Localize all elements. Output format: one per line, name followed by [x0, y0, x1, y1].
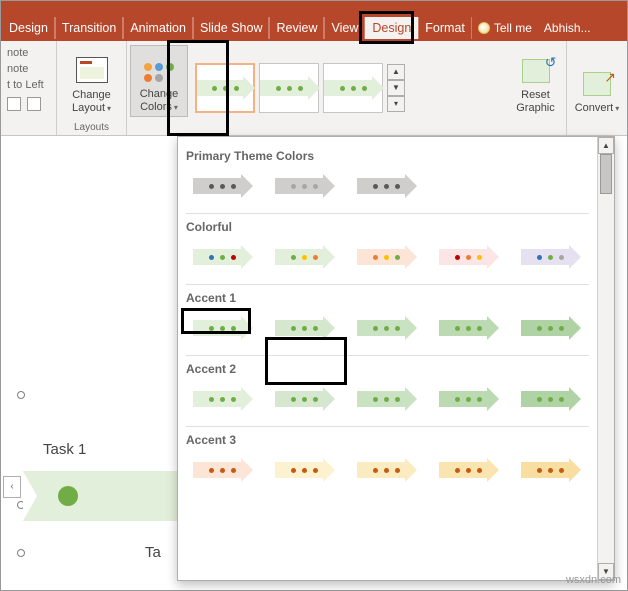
task1-label[interactable]: Task 1 — [43, 441, 86, 458]
tell-me-label: Tell me — [494, 21, 532, 35]
color-colorful-4[interactable] — [432, 244, 504, 270]
color-accent2-4[interactable] — [432, 386, 504, 412]
tab-review[interactable]: Review — [269, 17, 324, 39]
color-accent2-3[interactable] — [350, 386, 422, 412]
colors-group: Change Colors — [127, 41, 191, 135]
section-colorful: Colorful — [186, 220, 589, 234]
color-primary-3[interactable] — [350, 173, 422, 199]
tab-format[interactable]: Format — [418, 17, 472, 39]
notes-line2: note — [7, 63, 28, 75]
color-accent3-4[interactable] — [432, 457, 504, 483]
text-pane-toggle[interactable]: ‹ — [3, 476, 21, 498]
watermark: wsxdn.com — [566, 574, 621, 586]
tab-design[interactable]: Design — [3, 17, 55, 39]
task2-label[interactable]: Ta — [145, 544, 161, 561]
scroll-thumb[interactable] — [600, 154, 612, 194]
tab-transition[interactable]: Transition — [55, 17, 123, 39]
color-primary-2[interactable] — [268, 173, 340, 199]
color-accent1-5[interactable] — [514, 315, 586, 341]
reset-graphic-label: Reset Graphic — [507, 89, 565, 115]
slide-canvas[interactable]: ‹ Task 1 Ta — [3, 291, 173, 581]
convert-button[interactable]: Convert — [568, 45, 626, 117]
convert-group: Convert — [567, 41, 627, 135]
style-thumb-1[interactable] — [195, 63, 255, 113]
color-colorful-2[interactable] — [268, 244, 340, 270]
section-accent1: Accent 1 — [186, 291, 589, 305]
ribbon: note note t to Left Change Layout Layout… — [1, 41, 627, 136]
colors-icon — [144, 63, 174, 82]
smartart-chevron[interactable] — [23, 471, 183, 521]
dropdown-scrollbar[interactable]: ▲ ▼ — [597, 137, 614, 580]
color-accent2-2[interactable] — [268, 386, 340, 412]
notes-group: note note t to Left — [1, 41, 57, 135]
reset-icon — [522, 59, 550, 83]
tab-animation[interactable]: Animation — [123, 17, 193, 39]
smartart-dot[interactable] — [58, 486, 78, 506]
section-accent3: Accent 3 — [186, 433, 589, 447]
color-accent1-1[interactable] — [186, 315, 258, 341]
gallery-up-icon[interactable]: ▲ — [387, 64, 405, 80]
selection-handle[interactable] — [17, 391, 25, 399]
account-name[interactable]: Abhish... — [538, 21, 597, 35]
gallery-scroll[interactable]: ▲ ▼ ▾ — [387, 64, 405, 112]
ribbon-tabs: Design Transition Animation Slide Show R… — [1, 15, 627, 41]
color-colorful-5[interactable] — [514, 244, 586, 270]
layout-icon — [76, 57, 108, 83]
reset-graphic-button[interactable]: Reset Graphic — [507, 45, 565, 117]
style-thumb-2[interactable] — [259, 63, 319, 113]
color-accent3-1[interactable] — [186, 457, 258, 483]
color-accent2-5[interactable] — [514, 386, 586, 412]
color-accent1-2[interactable] — [268, 315, 340, 341]
convert-icon — [583, 72, 611, 96]
color-accent2-1[interactable] — [186, 386, 258, 412]
change-colors-button[interactable]: Change Colors — [130, 45, 188, 117]
section-accent2: Accent 2 — [186, 362, 589, 376]
style-thumb-3[interactable] — [323, 63, 383, 113]
color-accent3-3[interactable] — [350, 457, 422, 483]
section-primary: Primary Theme Colors — [186, 149, 589, 163]
tab-view[interactable]: View — [324, 17, 365, 39]
color-accent3-5[interactable] — [514, 457, 586, 483]
change-layout-button[interactable]: Change Layout — [63, 45, 121, 117]
bulb-icon — [478, 22, 490, 34]
color-colorful-3[interactable] — [350, 244, 422, 270]
color-accent1-4[interactable] — [432, 315, 504, 341]
gallery-more-icon[interactable]: ▾ — [387, 96, 405, 112]
layouts-group: Change Layout Layouts — [57, 41, 127, 135]
layouts-group-label: Layouts — [57, 122, 126, 133]
tell-me[interactable]: Tell me — [472, 21, 538, 35]
move-up-icon[interactable] — [7, 97, 21, 111]
change-colors-dropdown: Primary Theme Colors Colorful Accent 1 A… — [177, 136, 615, 581]
tab-smartart-design[interactable]: Design — [365, 17, 418, 39]
reset-group: Reset Graphic — [505, 41, 567, 135]
selection-handle[interactable] — [17, 549, 25, 557]
notes-line1: note — [7, 47, 28, 59]
color-colorful-1[interactable] — [186, 244, 258, 270]
rtl-label: t to Left — [7, 79, 44, 91]
convert-label: Convert — [575, 102, 614, 114]
color-primary-1[interactable] — [186, 173, 258, 199]
gallery-down-icon[interactable]: ▼ — [387, 80, 405, 96]
smartart-styles-gallery[interactable]: ▲ ▼ ▾ — [191, 41, 505, 135]
scroll-up-icon[interactable]: ▲ — [598, 137, 614, 154]
move-down-icon[interactable] — [27, 97, 41, 111]
color-accent3-2[interactable] — [268, 457, 340, 483]
color-accent1-3[interactable] — [350, 315, 422, 341]
tab-slideshow[interactable]: Slide Show — [193, 17, 270, 39]
